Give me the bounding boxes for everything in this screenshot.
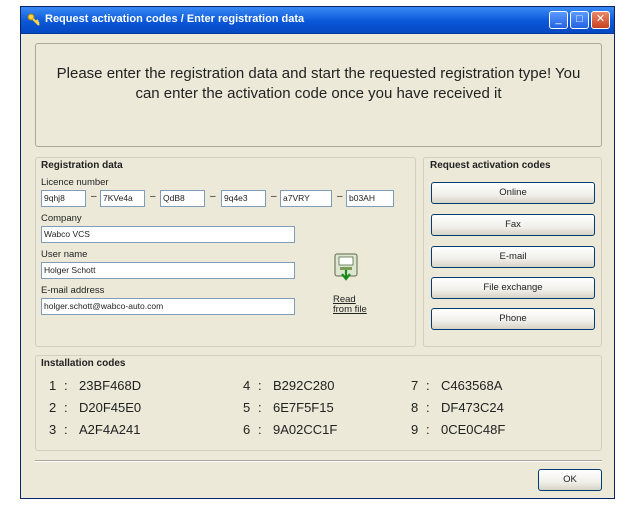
registration-dialog: Request activation codes / Enter registr… <box>20 6 615 499</box>
phone-button[interactable]: Phone <box>431 308 595 330</box>
licence-part-4[interactable]: 9q4e3 <box>221 190 266 207</box>
licence-number-label: Licence number <box>41 177 109 188</box>
licence-part-3[interactable]: QdB8 <box>160 190 205 207</box>
read-from-file-icon[interactable] <box>333 252 359 282</box>
installation-code: 6E7F5F15 <box>273 400 334 415</box>
instruction-text: Please enter the registration data and s… <box>56 65 581 102</box>
user-name-field[interactable]: Holger Schott <box>41 262 295 279</box>
code-number: 6 <box>243 422 251 437</box>
licence-part-6[interactable]: b03AH <box>346 190 394 207</box>
fax-button[interactable]: Fax <box>431 214 595 236</box>
email-field[interactable]: holger.schott@wabco-auto.com <box>41 298 295 315</box>
code-colon: : <box>258 400 262 415</box>
licence-dash: – <box>271 191 277 202</box>
code-number: 5 <box>243 400 251 415</box>
installation-code: DF473C24 <box>441 400 504 415</box>
registration-data-label: Registration data <box>41 160 123 171</box>
code-number: 8 <box>411 400 419 415</box>
code-number: 9 <box>411 422 419 437</box>
company-label: Company <box>41 213 82 224</box>
instruction-panel: Please enter the registration data and s… <box>35 43 602 147</box>
minimize-button[interactable]: _ <box>549 11 568 29</box>
company-field[interactable]: Wabco VCS <box>41 226 295 243</box>
installation-code: A2F4A241 <box>79 422 141 437</box>
code-colon: : <box>426 422 430 437</box>
licence-dash: – <box>91 191 97 202</box>
licence-part-1[interactable]: 9qhj8 <box>41 190 86 207</box>
installation-codes-label: Installation codes <box>41 358 126 369</box>
installation-code: B292C280 <box>273 378 335 393</box>
code-colon: : <box>64 422 68 437</box>
code-number: 7 <box>411 378 419 393</box>
user-name-label: User name <box>41 249 88 260</box>
licence-dash: – <box>210 191 216 202</box>
installation-code: 9A02CC1F <box>273 422 338 437</box>
code-colon: : <box>64 400 68 415</box>
code-number: 4 <box>243 378 251 393</box>
email-button[interactable]: E-mail <box>431 246 595 268</box>
code-number: 1 <box>49 378 57 393</box>
close-button[interactable]: ✕ <box>591 11 610 29</box>
installation-code: D20F45E0 <box>79 400 142 415</box>
file-exchange-button[interactable]: File exchange <box>431 277 595 299</box>
online-button[interactable]: Online <box>431 182 595 204</box>
code-colon: : <box>258 422 262 437</box>
title-bar[interactable]: Request activation codes / Enter registr… <box>21 7 614 34</box>
code-colon: : <box>258 378 262 393</box>
licence-dash: – <box>337 191 343 202</box>
licence-part-2[interactable]: 7KVe4a <box>100 190 145 207</box>
request-activation-label: Request activation codes <box>430 160 551 171</box>
key-icon <box>27 13 40 26</box>
code-number: 3 <box>49 422 57 437</box>
email-label: E-mail address <box>41 285 105 296</box>
ok-button[interactable]: OK <box>538 469 602 491</box>
licence-dash: – <box>150 191 156 202</box>
installation-code: 0CE0C48F <box>441 422 506 437</box>
window-title: Request activation codes / Enter registr… <box>45 13 305 25</box>
code-colon: : <box>64 378 68 393</box>
read-from-file-link[interactable]: Read from file <box>333 295 377 315</box>
code-colon: : <box>426 400 430 415</box>
installation-code: 23BF468D <box>79 378 142 393</box>
code-number: 2 <box>49 400 57 415</box>
bottom-divider <box>35 460 602 462</box>
code-colon: : <box>426 378 430 393</box>
licence-part-5[interactable]: a7VRY <box>280 190 332 207</box>
maximize-button[interactable]: □ <box>570 11 589 29</box>
installation-code: C463568A <box>441 378 503 393</box>
